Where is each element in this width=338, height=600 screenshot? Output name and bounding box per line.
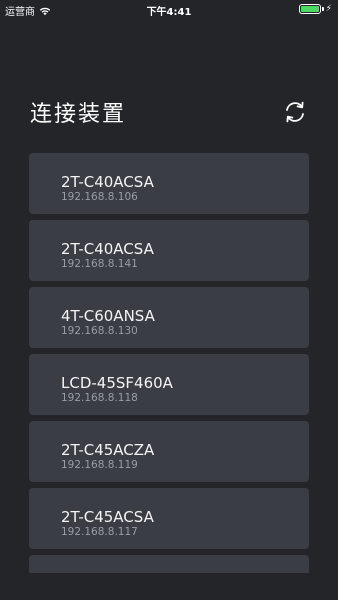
device-ip: 192.168.8.117 [61, 526, 138, 538]
device-item[interactable]: 2T-C45ACSA 192.168.8.117 [29, 488, 309, 549]
device-name: 2T-C40ACSA [61, 240, 154, 258]
battery-fill [300, 6, 319, 12]
device-item[interactable]: LCD-45SF460A 192.168.8.118 [29, 354, 309, 415]
device-item[interactable]: 2T-C40ACSA 192.168.8.141 [29, 220, 309, 281]
device-ip: 192.168.8.118 [61, 392, 138, 404]
charging-icon: ⚡ [325, 4, 332, 14]
device-item[interactable]: 2T-C45ACZA 192.168.8.119 [29, 421, 309, 482]
device-ip: 192.168.8.106 [61, 191, 138, 203]
status-right: ⚡ [298, 4, 332, 14]
device-name: LCD-45SF460A [61, 374, 173, 392]
device-ip: 192.168.8.141 [61, 258, 138, 270]
device-item-partial[interactable] [29, 555, 309, 573]
device-item[interactable]: 4T-C60ANSA 192.168.8.130 [29, 287, 309, 348]
status-bar: 运营商 下午4:41 ⚡ [0, 0, 338, 18]
battery-cap [321, 7, 324, 11]
device-name: 2T-C45ACZA [61, 441, 155, 459]
device-name: 4T-C60ANSA [61, 307, 155, 325]
device-item[interactable]: 2T-C40ACSA 192.168.8.106 [29, 153, 309, 214]
device-list: 2T-C40ACSA 192.168.8.106 2T-C40ACSA 192.… [29, 153, 309, 573]
battery-icon [298, 4, 321, 14]
refresh-icon[interactable] [282, 99, 308, 125]
header: 连接装置 [0, 90, 338, 130]
device-name: 2T-C45ACSA [61, 508, 154, 526]
device-ip: 192.168.8.119 [61, 459, 138, 471]
device-name: 2T-C40ACSA [61, 173, 154, 191]
device-ip: 192.168.8.130 [61, 325, 138, 337]
page-title: 连接装置 [30, 102, 127, 127]
status-time: 下午4:41 [146, 7, 192, 18]
